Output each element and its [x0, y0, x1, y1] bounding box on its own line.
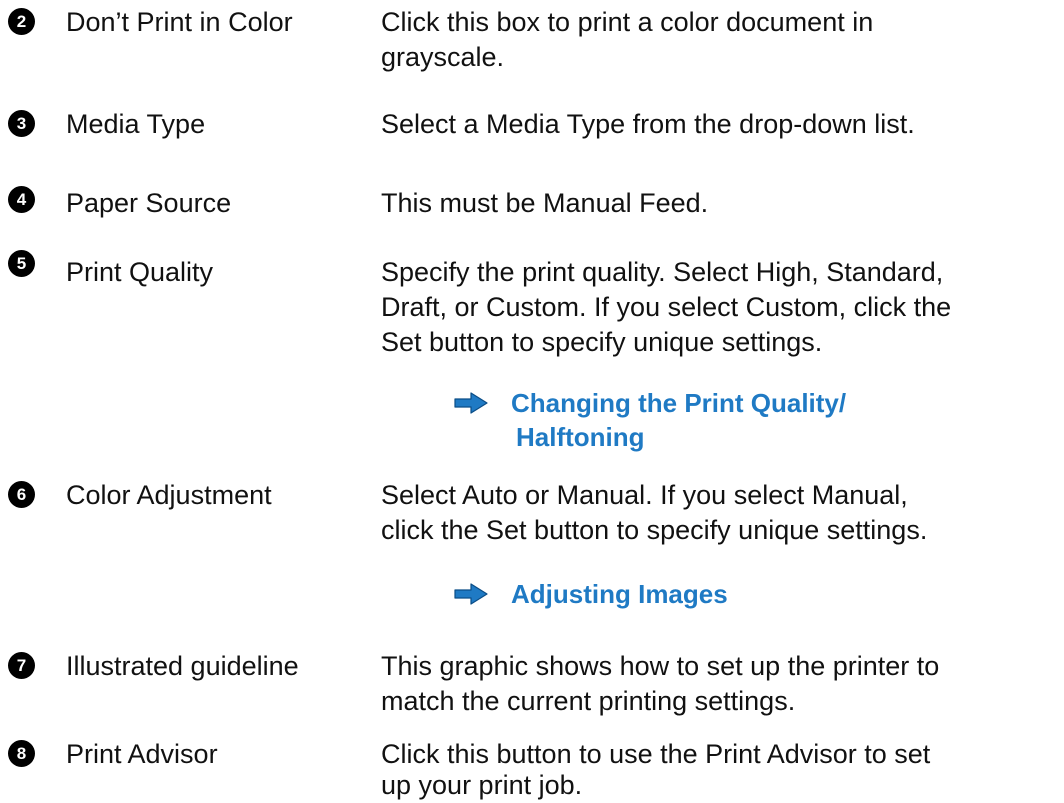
item-number-badge: 8: [8, 740, 35, 767]
item-description-line: match the current printing settings.: [381, 686, 796, 716]
item-description-line: Set button to specify unique settings.: [381, 327, 823, 357]
item-description-line: up your print job.: [381, 770, 583, 800]
item-description-line: Click this button to use the Print Advis…: [381, 739, 931, 769]
item-description-line: grayscale.: [381, 42, 505, 72]
item-description-line: This graphic shows how to set up the pri…: [381, 651, 940, 681]
link-changing-print-quality[interactable]: Changing the Print Quality/ Halftoning: [454, 386, 846, 454]
item-description-line: Specify the print quality. Select High, …: [381, 257, 944, 287]
item-term-paper-source: Paper Source: [66, 188, 232, 218]
item-number-badge: 2: [8, 8, 35, 35]
item-description-line: Select a Media Type from the drop-down l…: [381, 109, 915, 139]
item-description-line: click the Set button to specify unique s…: [381, 515, 928, 545]
item-number-badge: 5: [8, 250, 35, 277]
item-description-line: This must be Manual Feed.: [381, 188, 709, 218]
item-term-media-type: Media Type: [66, 109, 206, 139]
link-text-line[interactable]: Adjusting Images: [511, 577, 728, 611]
right-arrow-icon: [454, 392, 488, 414]
item-number-badge: 6: [8, 481, 35, 508]
link-adjusting-images[interactable]: Adjusting Images: [454, 577, 728, 611]
link-text-line[interactable]: Halftoning: [511, 420, 846, 454]
item-term-color-adjustment: Color Adjustment: [66, 480, 272, 510]
item-number-badge: 3: [8, 110, 35, 137]
item-term-dont-print-in-color: Don’t Print in Color: [66, 7, 293, 37]
document-page: 2 Don’t Print in Color Click this box to…: [0, 0, 1064, 803]
item-term-print-quality: Print Quality: [66, 257, 214, 287]
item-number-badge: 4: [8, 186, 35, 213]
item-description-line: Draft, or Custom. If you select Custom, …: [381, 292, 952, 322]
item-term-illustrated-guideline: Illustrated guideline: [66, 651, 299, 681]
right-arrow-icon: [454, 583, 488, 605]
item-number-badge: 7: [8, 652, 35, 679]
item-description-line: Select Auto or Manual. If you select Man…: [381, 480, 908, 510]
item-description-line: Click this box to print a color document…: [381, 7, 874, 37]
link-text-line[interactable]: Changing the Print Quality/: [511, 386, 846, 420]
item-term-print-advisor: Print Advisor: [66, 739, 218, 769]
